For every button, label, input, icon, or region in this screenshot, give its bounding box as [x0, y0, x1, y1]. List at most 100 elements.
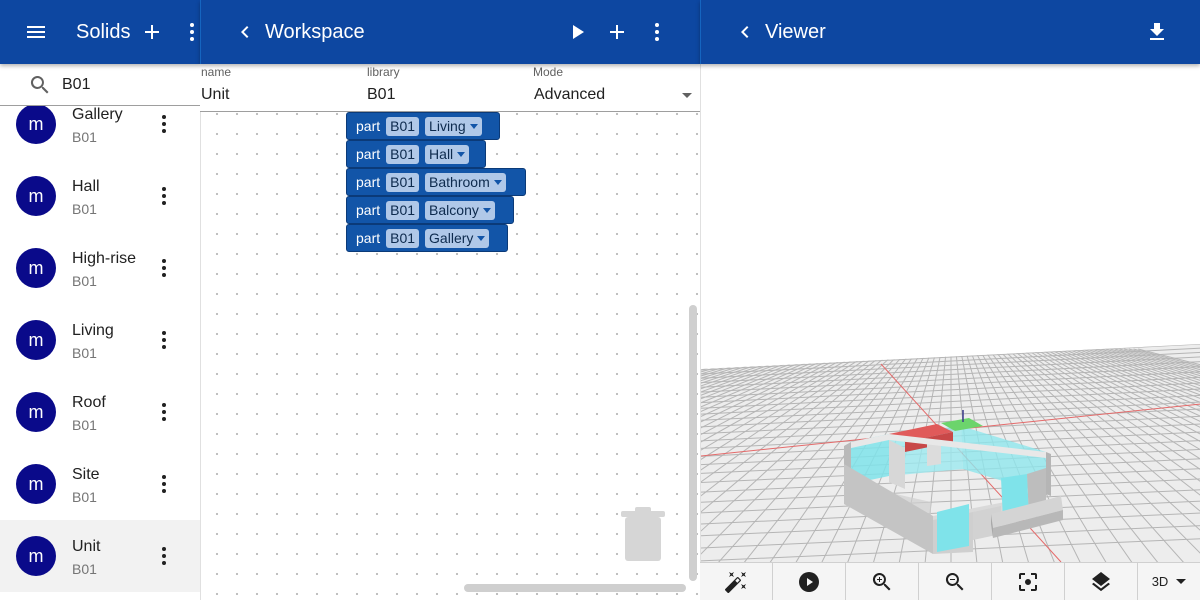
- block-library-field[interactable]: B01: [386, 116, 420, 136]
- auto-fix-button[interactable]: [700, 563, 773, 600]
- search-row: [0, 64, 200, 106]
- workspace-horizontal-scrollbar[interactable]: [464, 584, 686, 592]
- more-vert-icon[interactable]: [152, 184, 176, 208]
- zoom-in-icon: [872, 572, 891, 590]
- chevron-down-icon: [469, 123, 478, 129]
- play-icon[interactable]: [565, 20, 589, 44]
- add-solid-icon[interactable]: [140, 20, 164, 44]
- view-mode-value: 3D: [1151, 574, 1169, 589]
- block-library-field[interactable]: B01: [386, 172, 420, 192]
- list-item-gallery[interactable]: m Gallery B01: [0, 106, 200, 160]
- solids-title: Solids: [76, 21, 131, 43]
- block-solid-value: Balcony: [429, 201, 479, 218]
- list-item-library: B01: [72, 417, 97, 433]
- auto-fix-icon: [725, 571, 746, 593]
- chevron-down-icon: [493, 179, 502, 185]
- block-keyword: part: [356, 146, 381, 162]
- block-solid-dropdown[interactable]: Living: [425, 116, 482, 136]
- part-block[interactable]: part B01 Living: [346, 112, 500, 140]
- list-item-roof[interactable]: m Roof B01: [0, 376, 200, 448]
- workspace-vertical-scrollbar[interactable]: [689, 305, 697, 581]
- block-solid-value: Living: [429, 117, 466, 134]
- block-solid-dropdown[interactable]: Gallery: [425, 228, 490, 248]
- layers-icon: [1092, 571, 1110, 591]
- block-solid-dropdown[interactable]: Balcony: [425, 200, 495, 220]
- block-solid-dropdown[interactable]: Bathroom: [425, 172, 506, 192]
- library-field[interactable]: B01: [367, 86, 395, 104]
- block-canvas[interactable]: part B01 Living part B01 Hall part B01 B…: [200, 112, 700, 600]
- part-block[interactable]: part B01 Hall: [346, 140, 486, 168]
- workspace-more-vert-icon[interactable]: [645, 20, 669, 44]
- download-icon[interactable]: [1145, 20, 1169, 44]
- block-solid-dropdown[interactable]: Hall: [425, 144, 470, 164]
- avatar: m: [16, 248, 56, 288]
- mode-dropdown-arrow-icon[interactable]: [682, 93, 692, 98]
- play-animation-button[interactable]: [773, 563, 846, 600]
- list-item-unit[interactable]: m Unit B01: [0, 520, 200, 592]
- zoom-in-button[interactable]: [846, 563, 919, 600]
- 3d-scene[interactable]: [700, 64, 1200, 564]
- list-item-hall[interactable]: m Hall B01: [0, 160, 200, 232]
- name-label: name: [201, 65, 232, 79]
- workspace-add-icon[interactable]: [605, 20, 629, 44]
- block-solid-value: Bathroom: [429, 173, 490, 190]
- mode-select[interactable]: Advanced: [534, 86, 605, 104]
- avatar: m: [16, 106, 56, 144]
- zoom-out-icon: [945, 572, 964, 590]
- trash-icon[interactable]: [621, 507, 665, 568]
- fit-view-button[interactable]: [992, 563, 1065, 600]
- list-item-name: Unit: [72, 538, 101, 555]
- center-focus-icon: [1019, 572, 1037, 591]
- play-circle-icon: [799, 571, 819, 592]
- block-keyword: part: [356, 202, 381, 218]
- more-vert-icon[interactable]: [152, 328, 176, 352]
- part-block[interactable]: part B01 Bathroom: [346, 168, 526, 196]
- list-item-name: Living: [72, 322, 114, 339]
- block-library-field[interactable]: B01: [386, 144, 420, 164]
- solids-list: m Gallery B01 m Hall B01 m High-rise B01…: [0, 106, 200, 600]
- part-block[interactable]: part B01 Gallery: [346, 224, 508, 252]
- list-item-library: B01: [72, 129, 97, 145]
- search-input[interactable]: [62, 75, 182, 94]
- chevron-down-icon: [457, 151, 466, 157]
- avatar: m: [16, 392, 56, 432]
- more-vert-icon[interactable]: [152, 112, 176, 136]
- viewer-appbar: Viewer: [700, 0, 1200, 64]
- viewer-chevron-left-icon[interactable]: [733, 20, 757, 44]
- block-keyword: part: [356, 230, 381, 246]
- more-vert-icon[interactable]: [152, 472, 176, 496]
- more-vert-icon[interactable]: [152, 400, 176, 424]
- list-item-site[interactable]: m Site B01: [0, 448, 200, 520]
- list-item-library: B01: [72, 273, 97, 289]
- viewer-toolbar: 3D: [700, 562, 1200, 600]
- more-vert-icon[interactable]: [152, 544, 176, 568]
- 3d-viewer[interactable]: [700, 64, 1200, 564]
- part-block[interactable]: part B01 Balcony: [346, 196, 514, 224]
- menu-icon[interactable]: [24, 20, 48, 44]
- block-stack[interactable]: part B01 Living part B01 Hall part B01 B…: [346, 112, 526, 252]
- workspace-title: Workspace: [265, 21, 365, 43]
- chevron-down-icon: [1176, 579, 1187, 584]
- list-item-library: B01: [72, 489, 97, 505]
- list-item-name: Site: [72, 466, 100, 483]
- workspace-appbar: Workspace: [200, 0, 700, 64]
- layers-button[interactable]: [1065, 563, 1138, 600]
- list-item-library: B01: [72, 345, 97, 361]
- workspace-chevron-left-icon[interactable]: [233, 20, 257, 44]
- list-item-name: Hall: [72, 178, 100, 195]
- list-item-high-rise[interactable]: m High-rise B01: [0, 232, 200, 304]
- list-item-name: Roof: [72, 394, 106, 411]
- zoom-out-button[interactable]: [919, 563, 992, 600]
- more-vert-icon[interactable]: [152, 256, 176, 280]
- avatar: m: [16, 320, 56, 360]
- viewer-title: Viewer: [765, 21, 826, 43]
- library-label: library: [367, 65, 400, 79]
- block-library-field[interactable]: B01: [386, 200, 420, 220]
- search-icon: [28, 73, 52, 97]
- view-mode-select[interactable]: 3D: [1138, 563, 1200, 600]
- list-item-living[interactable]: m Living B01: [0, 304, 200, 376]
- chevron-down-icon: [482, 207, 491, 213]
- name-field[interactable]: Unit: [201, 86, 229, 104]
- avatar: m: [16, 176, 56, 216]
- block-library-field[interactable]: B01: [386, 228, 420, 248]
